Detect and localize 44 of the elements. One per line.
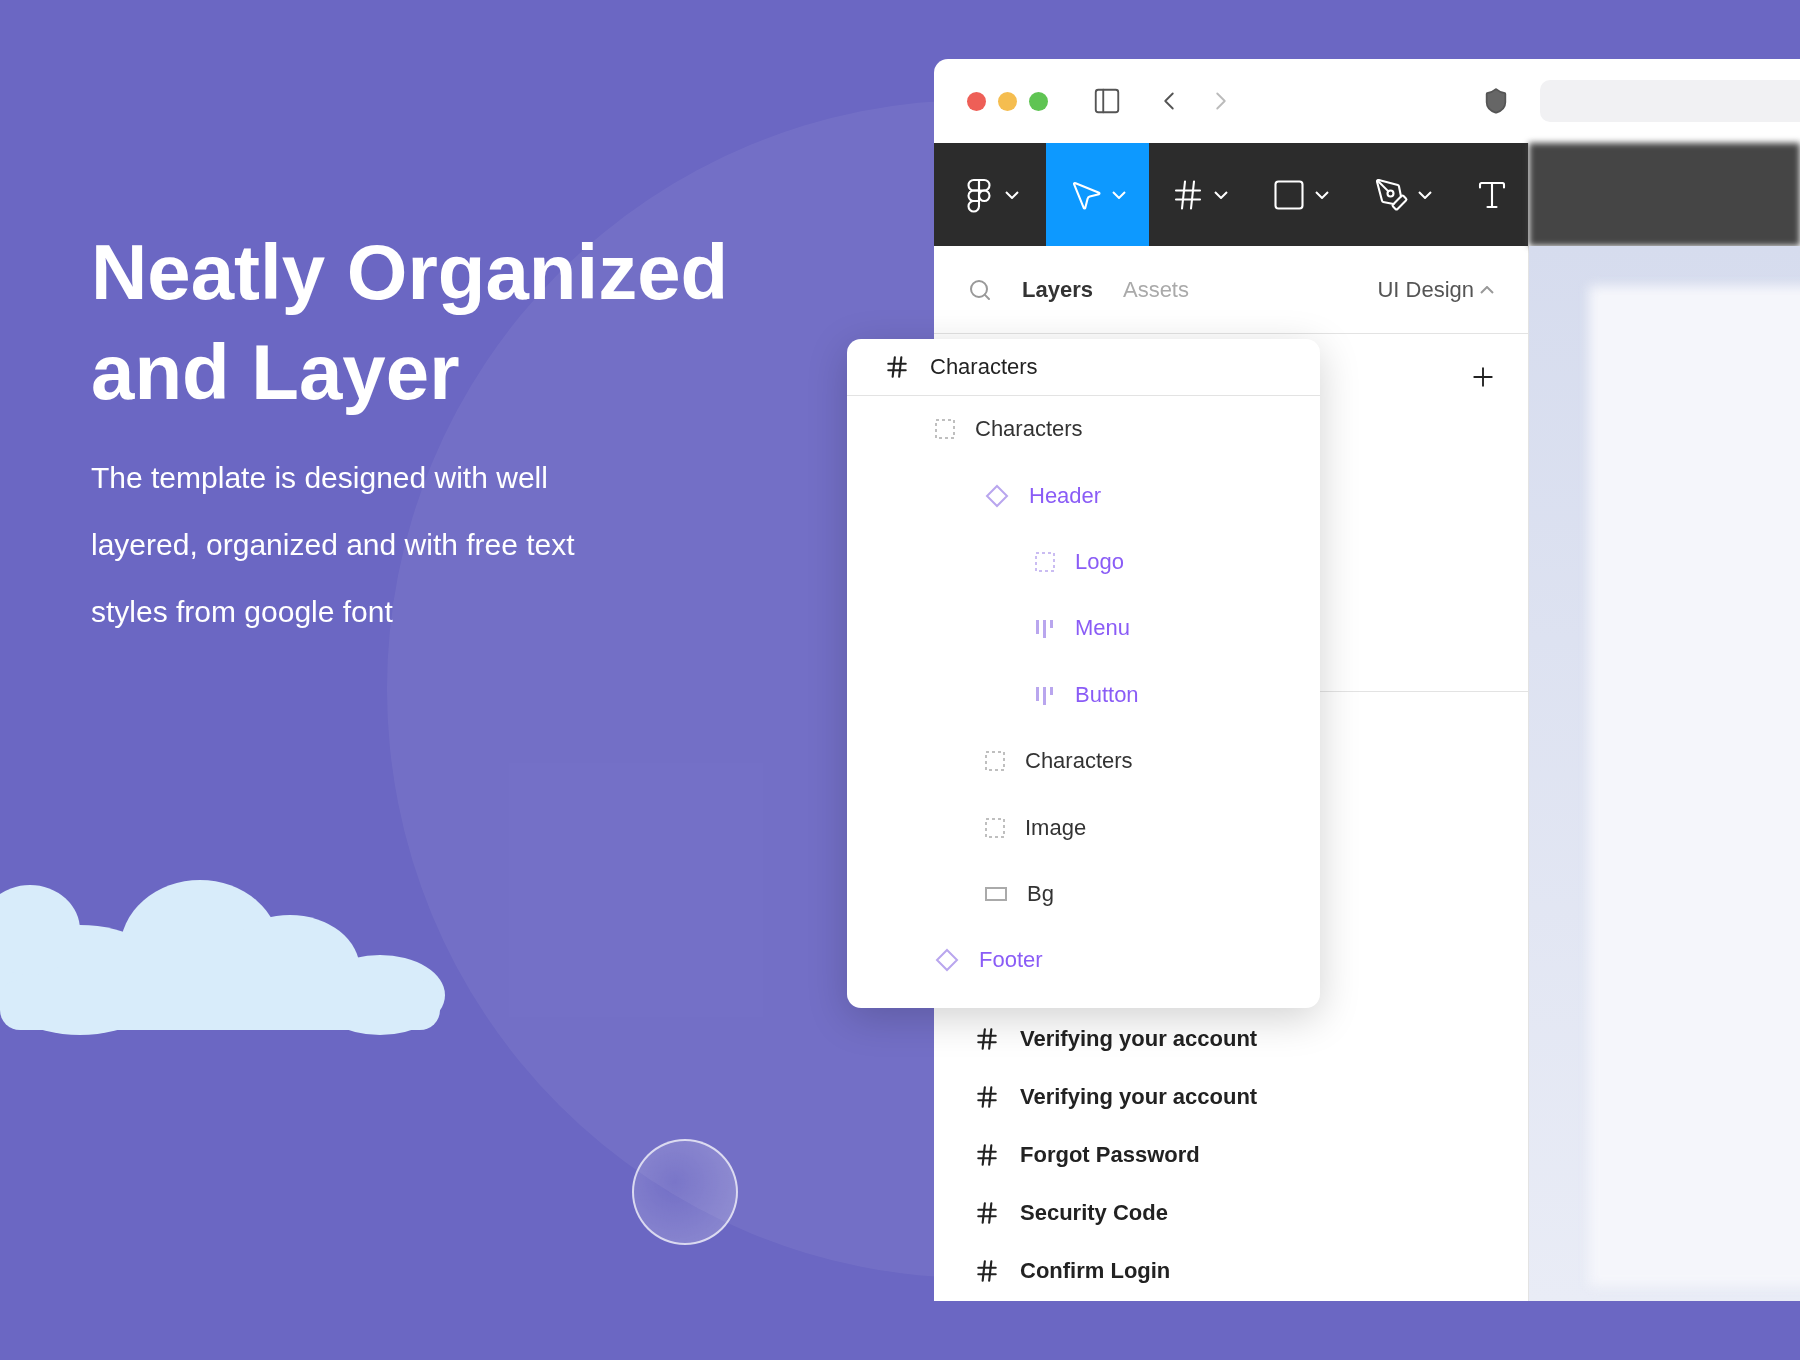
dashed-frame-icon — [1035, 551, 1055, 572]
caret-icon — [1112, 190, 1127, 199]
dashed-frame-icon — [935, 419, 955, 440]
sidebar-icon[interactable] — [1092, 86, 1122, 116]
auto-layout-icon — [1035, 684, 1055, 705]
layer-name[interactable]: Security Code — [1020, 1200, 1168, 1226]
layer-name[interactable]: Logo — [1075, 548, 1124, 575]
diamond-icon — [985, 483, 1009, 508]
layer-name[interactable]: Bg — [1027, 880, 1054, 907]
caret-icon — [1315, 190, 1330, 199]
layer-name[interactable]: Characters — [1025, 748, 1133, 775]
layer-name[interactable]: Button — [1075, 681, 1139, 708]
dashed-frame-icon — [985, 751, 1005, 772]
auto-layout-icon — [1035, 618, 1055, 639]
layer-name[interactable]: Verifying your account — [1020, 1084, 1258, 1110]
layer-name[interactable]: Header — [1029, 482, 1102, 509]
layer-name[interactable]: Footer — [979, 947, 1043, 974]
frame-icon — [974, 1258, 1000, 1284]
panel-tab[interactable]: Layers — [1022, 276, 1093, 303]
layer-name[interactable]: Verifying your account — [1020, 1026, 1258, 1052]
dashed-frame-icon — [985, 817, 1005, 838]
layer-name[interactable]: Forgot Password — [1020, 1142, 1200, 1168]
layer-name[interactable]: Characters — [975, 416, 1083, 443]
frame-icon — [974, 1084, 1000, 1110]
pen-icon — [1374, 176, 1411, 213]
layer-name[interactable]: Menu — [1075, 615, 1131, 642]
popup-title[interactable]: Characters — [930, 354, 1038, 380]
search-icon[interactable] — [968, 277, 992, 302]
frame-icon — [884, 354, 910, 380]
rectangle-icon — [985, 886, 1007, 901]
headline: Neatly Organized and Layer — [91, 227, 730, 418]
frame-icon — [974, 1026, 1000, 1052]
caret-icon — [1214, 190, 1229, 199]
description: The template is designed with well layered, organized and with free text styles from google font — [91, 460, 576, 630]
close-light[interactable] — [967, 91, 986, 111]
diamond-icon — [935, 948, 959, 973]
frame-icon — [974, 1142, 1000, 1168]
caret-icon — [1418, 190, 1433, 199]
layer-name[interactable]: Image — [1025, 814, 1087, 841]
caret-icon — [1480, 285, 1494, 294]
caret-icon — [1004, 190, 1019, 199]
page-selector[interactable]: UI Design — [1377, 276, 1494, 303]
layer-name[interactable]: Confirm Login — [1020, 1258, 1171, 1284]
frame-icon — [974, 1200, 1000, 1226]
